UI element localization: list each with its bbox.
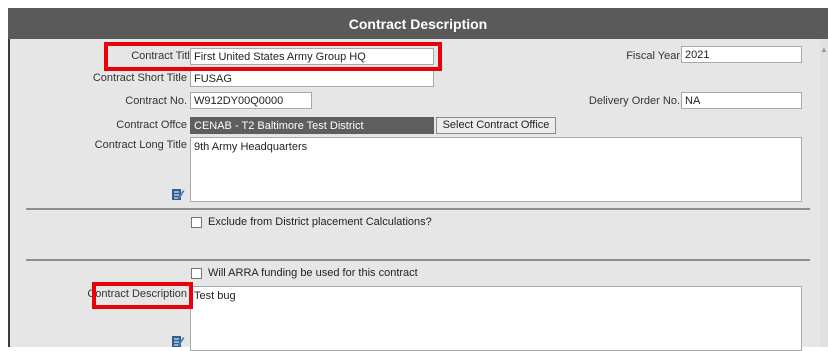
contract-short-title-input[interactable]: FUSAG bbox=[190, 70, 434, 87]
section-divider bbox=[26, 259, 810, 261]
contract-no-input[interactable]: W912DY00Q0000 bbox=[190, 92, 312, 109]
notepad-edit-icon[interactable] bbox=[171, 334, 185, 348]
exclude-district-row[interactable]: Exclude from District placement Calculat… bbox=[191, 216, 432, 228]
arra-funding-checkbox[interactable] bbox=[191, 267, 202, 279]
contract-description-window: Contract Description ▲ Contract Title Fi… bbox=[8, 8, 828, 351]
contract-title-label: Contract Title bbox=[131, 50, 196, 62]
delivery-order-no-label: Delivery Order No. bbox=[588, 95, 680, 107]
vertical-scrollbar[interactable] bbox=[820, 39, 828, 347]
arra-funding-label: Will ARRA funding be used for this contr… bbox=[208, 267, 418, 279]
contract-title-input[interactable]: First United States Army Group HQ bbox=[190, 48, 434, 65]
contract-office-field[interactable]: CENAB - T2 Baltimore Test District bbox=[190, 117, 434, 134]
contract-office-label: Contract Offce bbox=[116, 119, 187, 131]
contract-long-title-label: Contract Long Title bbox=[94, 139, 187, 151]
section-divider bbox=[26, 208, 810, 210]
fiscal-year-input[interactable]: 2021 bbox=[681, 46, 802, 63]
window-title: Contract Description bbox=[8, 8, 828, 39]
window-left-border bbox=[8, 8, 10, 347]
contract-no-label: Contract No. bbox=[125, 95, 187, 107]
contract-long-title-textarea[interactable]: 9th Army Headquarters bbox=[190, 137, 802, 202]
contract-description-textarea[interactable]: Test bug bbox=[190, 286, 802, 351]
exclude-district-label: Exclude from District placement Calculat… bbox=[208, 216, 432, 228]
contract-short-title-label: Contract Short Title bbox=[92, 72, 187, 84]
select-contract-office-button[interactable]: Select Contract Office bbox=[436, 117, 556, 134]
arra-funding-row[interactable]: Will ARRA funding be used for this contr… bbox=[191, 267, 418, 279]
delivery-order-no-input[interactable]: NA bbox=[681, 92, 802, 109]
fiscal-year-label: Fiscal Year bbox=[626, 50, 680, 62]
exclude-district-checkbox[interactable] bbox=[191, 216, 202, 228]
notepad-edit-icon[interactable] bbox=[171, 187, 185, 201]
contract-description-label: Contract Description bbox=[87, 288, 187, 300]
scroll-up-arrow-icon[interactable]: ▲ bbox=[820, 45, 828, 54]
